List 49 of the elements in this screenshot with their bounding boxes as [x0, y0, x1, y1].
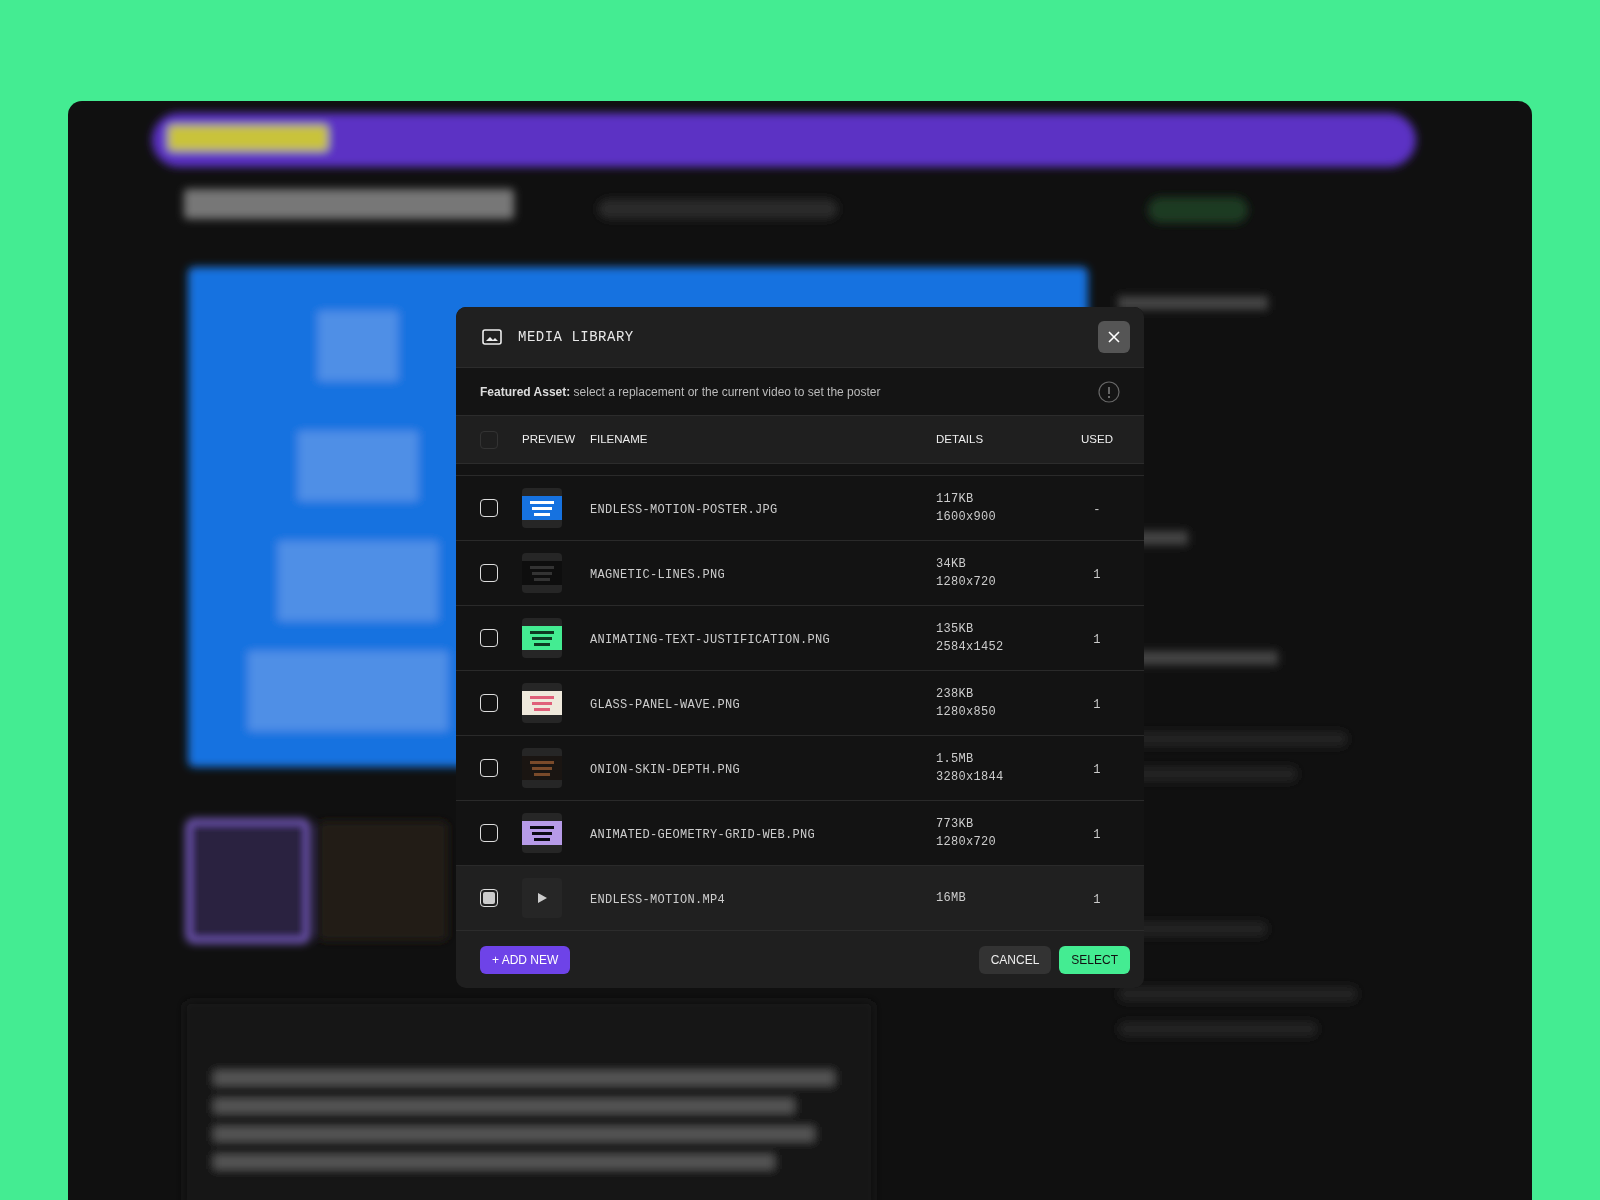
row-checkbox[interactable] [480, 629, 498, 647]
usage-count: 1 [1093, 828, 1101, 842]
file-detail: 1280x850 [936, 704, 997, 721]
file-detail: 1280x720 [936, 834, 997, 851]
table-row[interactable]: ENDLESS-MOTION.MP4 16MB 1 [456, 865, 1144, 930]
file-detail: 1600x900 [936, 509, 997, 526]
usage-count: - [1093, 503, 1101, 517]
select-button[interactable]: SELECT [1059, 945, 1130, 974]
file-detail: 1280x720 [936, 574, 997, 591]
column-header: FILENAME [590, 432, 648, 445]
usage-count: 1 [1093, 893, 1101, 907]
dialog-title: MEDIA LIBRARY [518, 327, 635, 347]
notice-text: Featured Asset: select a replacement or the current video to set the poster [480, 383, 882, 401]
file-name: GLASS-PANEL-WAVE.PNG [590, 698, 741, 712]
row-checkbox[interactable] [480, 499, 498, 517]
info-icon [1098, 380, 1120, 403]
row-checkbox[interactable] [480, 694, 498, 712]
row-checkbox[interactable] [480, 564, 498, 582]
add-new-button[interactable]: + ADD NEW [480, 945, 571, 974]
close-button[interactable] [1098, 321, 1130, 353]
usage-count: 1 [1093, 698, 1101, 712]
file-name: ONION-SKIN-DEPTH.PNG [590, 763, 741, 777]
file-detail: 135KB [936, 621, 975, 638]
file-detail: 1.5MB [936, 751, 975, 768]
row-checkbox[interactable] [480, 889, 498, 907]
file-detail: 2584x1452 [936, 639, 1005, 656]
close-icon [1108, 331, 1120, 343]
image-icon [482, 329, 502, 345]
column-header: PREVIEW [522, 432, 576, 445]
usage-count: 1 [1093, 763, 1101, 777]
play-icon [537, 893, 547, 903]
row-checkbox[interactable] [480, 824, 498, 842]
file-name: MAGNETIC-LINES.PNG [590, 568, 726, 582]
file-name: ANIMATED-GEOMETRY-GRID-WEB.PNG [590, 828, 816, 842]
file-detail: 117KB [936, 491, 975, 508]
row-checkbox[interactable] [480, 759, 498, 777]
file-detail: 16MB [936, 890, 967, 907]
file-detail: 238KB [936, 686, 975, 703]
file-detail: 773KB [936, 816, 975, 833]
file-name: ENDLESS-MOTION.MP4 [590, 893, 726, 907]
file-name: ENDLESS-MOTION-POSTER.JPG [590, 503, 778, 517]
usage-count: 1 [1093, 633, 1101, 647]
cancel-button[interactable]: CANCEL [978, 945, 1052, 974]
usage-count: 1 [1093, 568, 1101, 582]
file-detail: 34KB [936, 556, 967, 573]
file-name: ANIMATING-TEXT-JUSTIFICATION.PNG [590, 633, 831, 647]
column-header: DETAILS [936, 432, 984, 445]
file-detail: 3280x1844 [936, 769, 1005, 786]
column-header: USED [1081, 432, 1113, 445]
